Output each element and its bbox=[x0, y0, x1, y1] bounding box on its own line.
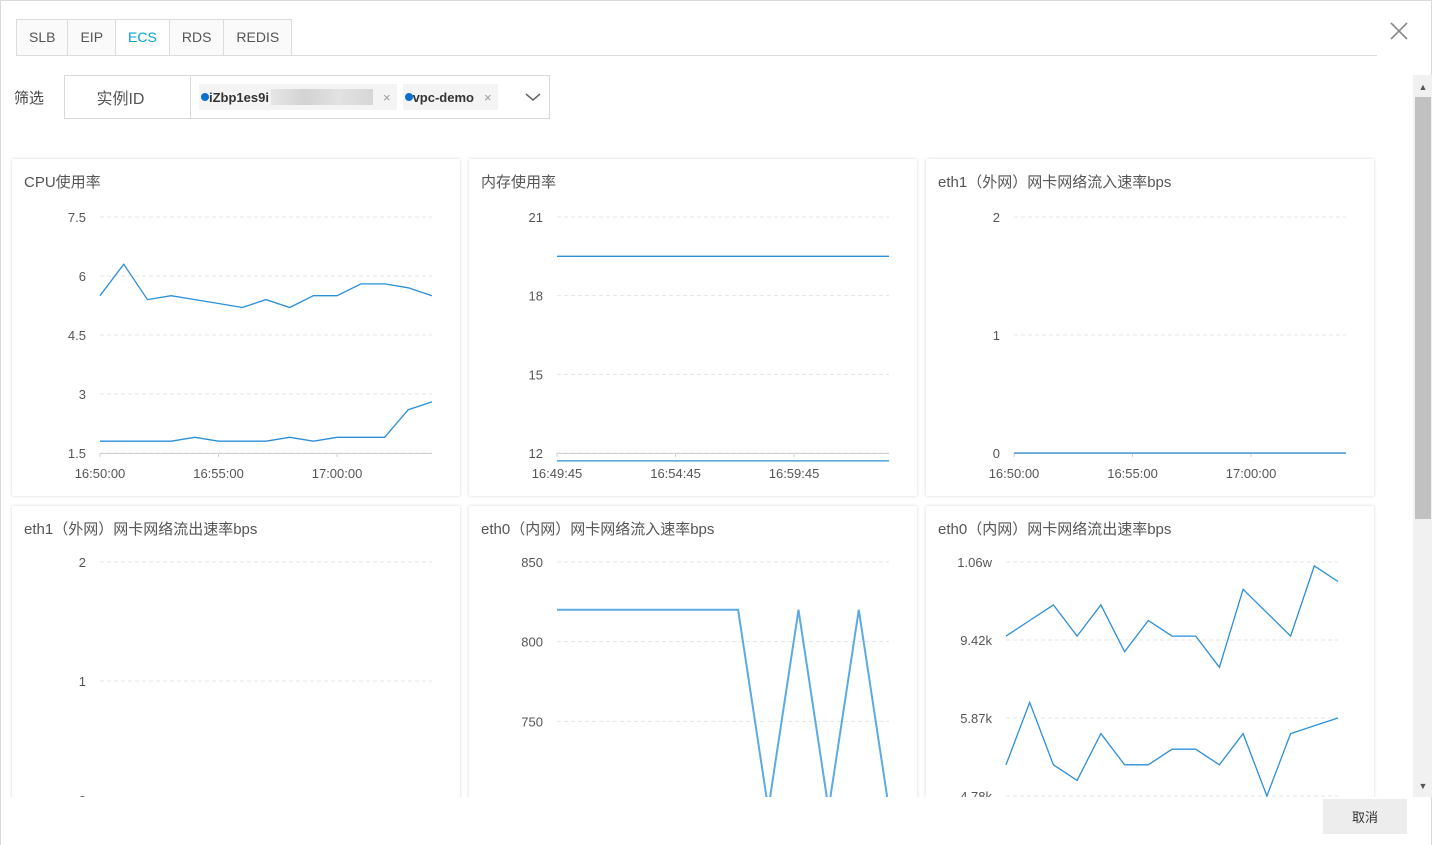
y-tick-label: 1 bbox=[79, 674, 86, 689]
y-tick-label: 9.42k bbox=[960, 633, 992, 648]
tab-underline bbox=[16, 55, 1377, 56]
tab-rds[interactable]: RDS bbox=[168, 19, 224, 56]
cancel-button[interactable]: 取消 bbox=[1323, 799, 1407, 834]
tab-redis[interactable]: REDIS bbox=[223, 19, 293, 56]
chart-plot: 4.78k 5.87k 9.42k 1.06w bbox=[957, 555, 1339, 797]
x-tick-label: 16:50:00 bbox=[75, 466, 126, 481]
x-tick-label: 16:49:45 bbox=[532, 466, 583, 481]
y-tick-label: 2 bbox=[993, 210, 1000, 225]
filter-tag-vpc: vpc-demo × bbox=[402, 84, 498, 110]
filter-tag-label: vpc-demo bbox=[412, 89, 474, 105]
y-tick-label: 750 bbox=[521, 714, 543, 729]
scroll-up-icon[interactable]: ▲ bbox=[1417, 81, 1429, 93]
chart-plot: 12 15 18 21 16:49:45 16:54:45 16:59:45 bbox=[529, 210, 889, 481]
chart-card-cpu: CPU使用率 1.5 3 4.5 6 7.5 16:50:00 16:55:00 17:00:… bbox=[12, 159, 460, 496]
y-tick-label: 3 bbox=[79, 387, 86, 402]
y-tick-label: 21 bbox=[529, 210, 543, 225]
y-tick-label: 800 bbox=[521, 635, 543, 650]
x-tick-label: 16:55:00 bbox=[1107, 466, 1158, 481]
y-tick-label: 15 bbox=[529, 367, 543, 382]
y-tick-label: 18 bbox=[529, 289, 543, 304]
redacted-text bbox=[270, 89, 373, 105]
scrollbar-thumb[interactable] bbox=[1415, 97, 1431, 519]
dot-icon bbox=[201, 93, 209, 101]
filter-tag-label: iZbp1es9i bbox=[209, 89, 269, 105]
y-tick-label: 7.5 bbox=[68, 210, 86, 225]
x-tick-label: 16:50:00 bbox=[989, 466, 1040, 481]
chart-card-memory: 内存使用率 12 15 18 21 16:49:45 16:54:45 16:59:45 bbox=[469, 159, 917, 496]
y-tick-label: 6 bbox=[79, 269, 86, 284]
y-tick-label: 5.87k bbox=[960, 711, 992, 726]
scroll-down-icon[interactable]: ▼ bbox=[1417, 780, 1429, 792]
tab-slb[interactable]: SLB bbox=[16, 19, 68, 56]
filter-tags[interactable]: iZbp1es9i × vpc-demo × bbox=[191, 76, 549, 118]
product-tabs: SLB EIP ECS RDS REDIS bbox=[16, 19, 293, 56]
chart-card-eth1-out: eth1（外网）网卡网络流出速率bps 012 bbox=[12, 506, 460, 797]
series-line bbox=[1005, 564, 1339, 669]
chevron-down-icon[interactable] bbox=[523, 88, 543, 106]
y-tick-label: 4.5 bbox=[68, 328, 86, 343]
x-tick-label: 16:59:45 bbox=[769, 466, 820, 481]
y-tick-label: 1 bbox=[993, 328, 1000, 343]
x-tick-label: 17:00:00 bbox=[312, 466, 363, 481]
close-icon[interactable] bbox=[1387, 19, 1411, 43]
series-line bbox=[100, 401, 433, 442]
filter-label: 筛选 bbox=[14, 90, 45, 107]
tab-ecs[interactable]: ECS bbox=[115, 19, 169, 56]
series-line bbox=[1005, 700, 1339, 797]
chart-plot: 012 bbox=[79, 555, 432, 797]
chart-plot: 1.5 3 4.5 6 7.5 16:50:00 16:55:00 17:00:00 bbox=[68, 210, 433, 481]
chart-card-eth0-out: eth0（内网）网卡网络流出速率bps 4.78k5.87k9.42k1.06w bbox=[926, 506, 1374, 797]
y-tick-label: 850 bbox=[521, 555, 543, 570]
x-tick-label: 16:54:45 bbox=[650, 466, 701, 481]
tag-remove-icon[interactable]: × bbox=[484, 90, 492, 105]
instance-monitor-dialog: SLB EIP ECS RDS REDIS 筛选 实例ID iZbp1es9i … bbox=[0, 0, 1432, 845]
y-tick-label: 2 bbox=[79, 555, 86, 570]
chart-card-eth0-in: eth0（内网）网卡网络流入速率bps 700750800850 bbox=[469, 506, 917, 797]
dialog-footer bbox=[1, 797, 1431, 845]
dot-icon bbox=[404, 93, 413, 101]
chart-card-eth1-in: eth1（外网）网卡网络流入速率bps 0 1 2 16:50:00 16:55:00 1… bbox=[926, 159, 1374, 496]
filter-box: 实例ID iZbp1es9i × vpc-demo × bbox=[64, 75, 550, 119]
filter-field-select[interactable]: 实例ID bbox=[65, 76, 191, 118]
y-tick-label: 1.06w bbox=[957, 555, 992, 570]
x-tick-label: 17:00:00 bbox=[1226, 466, 1277, 481]
tab-eip[interactable]: EIP bbox=[67, 19, 116, 56]
chart-plot: 700750800850 bbox=[521, 555, 889, 797]
x-tick-label: 16:55:00 bbox=[193, 466, 244, 481]
y-tick-label: 1.5 bbox=[68, 446, 86, 461]
series-line bbox=[557, 608, 889, 797]
filter-tag-instance: iZbp1es9i × bbox=[199, 84, 397, 110]
tag-remove-icon[interactable]: × bbox=[383, 90, 391, 105]
chart-plot: 0 1 2 16:50:00 16:55:00 17:00:00 bbox=[989, 210, 1346, 481]
y-tick-label: 0 bbox=[993, 446, 1000, 461]
y-tick-label: 4.78k bbox=[960, 789, 992, 797]
series-line bbox=[99, 263, 433, 309]
charts-viewport: CPU使用率 1.5 3 4.5 6 7.5 16:50:00 16:55:00 17:00:… bbox=[1, 141, 1413, 797]
y-tick-label: 12 bbox=[529, 446, 543, 461]
